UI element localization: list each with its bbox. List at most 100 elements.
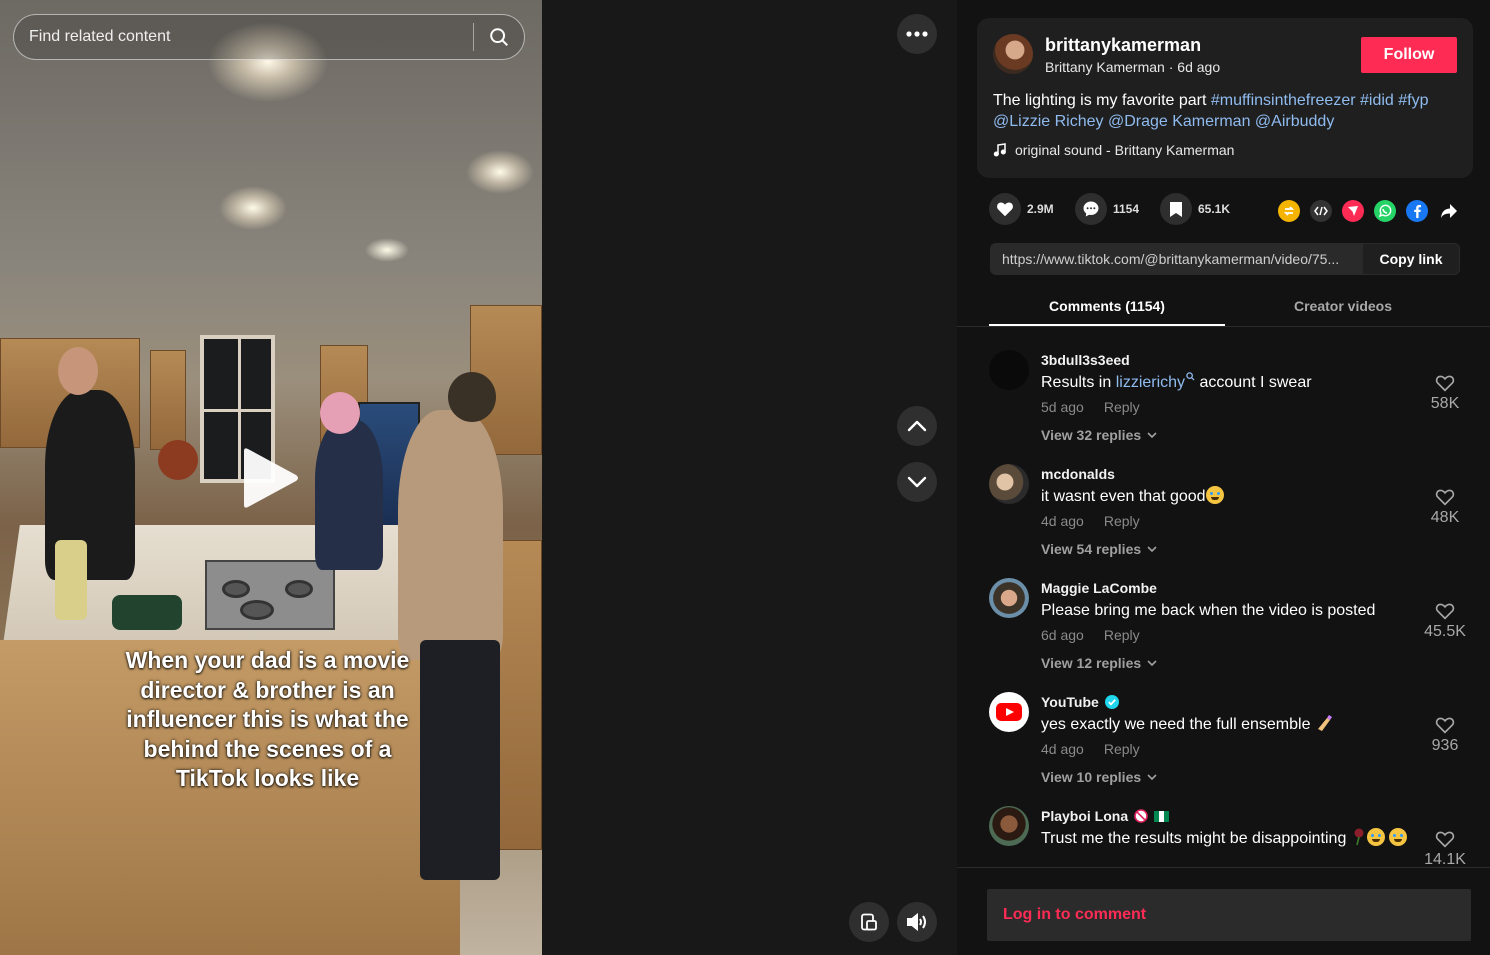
video-description: The lighting is my favorite part #muffin… <box>993 90 1463 132</box>
comment-username-text: Playboi Lona <box>1041 808 1129 824</box>
comment-text: Results in lizzierichy account I swear <box>1041 372 1411 393</box>
search-icon <box>490 28 508 46</box>
comment-avatar[interactable] <box>989 350 1029 390</box>
tab-comments[interactable]: Comments (1154) <box>989 298 1225 314</box>
video-url[interactable]: https://www.tiktok.com/@brittanykamerman… <box>1002 251 1360 267</box>
comment-icon <box>1083 201 1099 217</box>
comment-username[interactable]: 3bdull3s3eed <box>1041 352 1130 368</box>
reply-button[interactable]: Reply <box>1104 741 1140 757</box>
chevron-down-icon <box>1147 774 1157 780</box>
comment-text-part: Trust me the results might be disappoint… <box>1041 830 1347 847</box>
view-replies-button[interactable]: View 54 replies <box>1041 541 1157 557</box>
hashtag-fyp[interactable]: #fyp <box>1398 92 1428 109</box>
facebook-icon[interactable] <box>1406 200 1428 222</box>
tab-creator-videos[interactable]: Creator videos <box>1225 298 1461 314</box>
comment-username-text: 3bdull3s3eed <box>1041 352 1130 368</box>
sound-link[interactable]: original sound - Brittany Kamerman <box>993 142 1234 158</box>
reply-button[interactable]: Reply <box>1104 513 1140 529</box>
hashtag-idid[interactable]: #idid <box>1360 92 1394 109</box>
mention-lizzie-richey[interactable]: @Lizzie Richey <box>993 113 1104 130</box>
comment-avatar[interactable] <box>989 578 1029 618</box>
comment-time: 4d ago <box>1041 513 1084 529</box>
search-input[interactable] <box>14 28 473 46</box>
mention-airbuddy[interactable]: @Airbuddy <box>1255 113 1334 130</box>
view-replies-label: View 12 replies <box>1041 655 1142 671</box>
view-replies-label: View 10 replies <box>1041 769 1142 785</box>
heart-outline-icon[interactable] <box>1435 374 1455 392</box>
comment-username[interactable]: YouTube <box>1041 694 1119 710</box>
music-note-icon <box>993 143 1006 157</box>
follow-button[interactable]: Follow <box>1361 37 1457 73</box>
repost-icon[interactable] <box>1278 200 1300 222</box>
author-avatar[interactable] <box>993 34 1033 74</box>
whatsapp-icon[interactable] <box>1374 200 1396 222</box>
comment-avatar[interactable] <box>989 464 1029 504</box>
reply-button[interactable]: Reply <box>1104 627 1140 643</box>
save-action: 65.1K <box>1160 193 1230 225</box>
comments-list[interactable]: 3bdull3s3eed Results in lizzierichy acco… <box>957 334 1490 868</box>
video-player[interactable]: When your dad is a movie director & brot… <box>0 0 542 955</box>
more-options-button[interactable] <box>897 14 937 54</box>
mention-drage-kamerman[interactable]: @Drage Kamerman <box>1108 113 1251 130</box>
meta-separator: · <box>1164 59 1178 75</box>
embed-icon[interactable] <box>1310 200 1332 222</box>
comment-username[interactable]: Maggie LaCombe <box>1041 580 1157 596</box>
heart-outline-icon[interactable] <box>1435 830 1455 848</box>
comment-username-text: Maggie LaCombe <box>1041 580 1157 596</box>
comment-avatar[interactable] <box>989 692 1029 732</box>
share-arrow-icon[interactable] <box>1438 200 1460 222</box>
comment-like-count: 58K <box>1430 395 1460 412</box>
view-replies-label: View 54 replies <box>1041 541 1142 557</box>
chevron-down-icon <box>1147 546 1157 552</box>
search-bar <box>13 14 525 60</box>
view-replies-button[interactable]: View 12 replies <box>1041 655 1157 671</box>
active-tab-indicator <box>989 324 1225 326</box>
heart-outline-icon[interactable] <box>1435 488 1455 506</box>
action-bar: 2.9M 1154 65.1K <box>989 193 1459 227</box>
copy-link-button[interactable]: Copy link <box>1362 243 1460 275</box>
view-replies-button[interactable]: View 10 replies <box>1041 769 1157 785</box>
comment-item: Playboi Lona Trust me the results might … <box>957 790 1490 867</box>
search-icon <box>1186 372 1195 381</box>
reply-button[interactable]: Reply <box>1104 399 1140 415</box>
view-replies-label: View 32 replies <box>1041 427 1142 443</box>
previous-video-button[interactable] <box>897 406 937 446</box>
chevron-down-icon <box>907 476 927 488</box>
save-button[interactable] <box>1160 193 1192 225</box>
heart-outline-icon[interactable] <box>1435 602 1455 620</box>
search-button[interactable] <box>474 15 524 59</box>
login-to-comment-link[interactable]: Log in to comment <box>1003 906 1146 924</box>
save-count: 65.1K <box>1198 202 1231 216</box>
like-action: 2.9M <box>989 193 1054 225</box>
comment-username[interactable]: Playboi Lona <box>1041 808 1170 824</box>
comment-time: 5d ago <box>1041 399 1084 415</box>
comment-meta: 4d ago Reply <box>1041 741 1140 757</box>
play-icon[interactable] <box>240 445 302 511</box>
view-replies-button[interactable]: View 32 replies <box>1041 427 1157 443</box>
comment-username[interactable]: mcdonalds <box>1041 466 1115 482</box>
comment-text: Please bring me back when the video is p… <box>1041 600 1411 621</box>
comment-like: 14.1K <box>1420 830 1470 867</box>
comment-like-count: 45.5K <box>1424 623 1466 640</box>
picture-in-picture-button[interactable] <box>849 902 889 942</box>
crying-emoji-icon <box>1205 486 1224 504</box>
comment-item: YouTube yes exactly we need the full ens… <box>957 676 1490 790</box>
comment-item: mcdonalds it wasnt even that good 4d ago… <box>957 448 1490 562</box>
nigeria-flag-icon <box>1154 810 1170 822</box>
heart-outline-icon[interactable] <box>1435 716 1455 734</box>
volume-button[interactable] <box>897 902 937 942</box>
next-video-button[interactable] <box>897 462 937 502</box>
comment-mention[interactable]: lizzierichy <box>1116 372 1195 391</box>
comment-avatar[interactable] <box>989 806 1029 846</box>
comment-input-bar[interactable]: Log in to comment <box>987 889 1471 941</box>
youtube-logo-icon <box>996 703 1022 721</box>
author-meta: Brittany Kamerman · 6d ago <box>1045 59 1220 75</box>
send-icon[interactable] <box>1342 200 1364 222</box>
like-button[interactable] <box>989 193 1021 225</box>
comment-button[interactable] <box>1075 193 1107 225</box>
comment-item: Maggie LaCombe Please bring me back when… <box>957 562 1490 676</box>
author-username[interactable]: brittanykamerman <box>1045 35 1201 56</box>
hashtag-muffinsinthefreezer[interactable]: #muffinsinthefreezer <box>1211 92 1356 109</box>
chevron-down-icon <box>1147 432 1157 438</box>
comment-username-text: mcdonalds <box>1041 466 1115 482</box>
